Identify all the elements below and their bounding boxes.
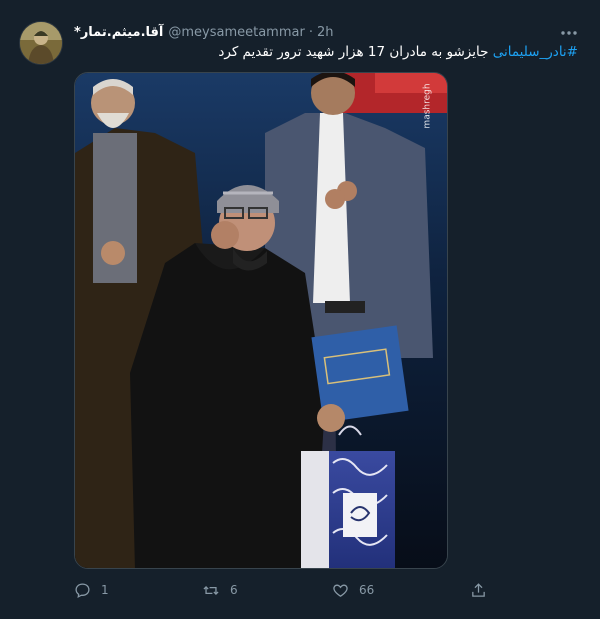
tweet-actions: 1 6 66	[74, 578, 494, 602]
user-handle[interactable]: @meysameetammar	[168, 25, 304, 40]
retweet-icon	[202, 582, 220, 599]
media-watermark: mashregh	[423, 83, 434, 129]
heart-icon	[332, 582, 349, 599]
retweet-count: 6	[230, 583, 238, 597]
retweet-button[interactable]: 6	[202, 578, 238, 602]
like-count: 66	[359, 583, 375, 597]
reply-button[interactable]: 1	[74, 578, 109, 602]
reply-icon	[74, 582, 91, 599]
timestamp[interactable]: 2h	[317, 25, 334, 40]
hashtag-link[interactable]: #نادر_سلیمانی	[493, 44, 578, 60]
tweet-card[interactable]: *آقا.میثم.تمار @meysameetammar · 2h #ناد…	[0, 0, 600, 619]
tweet-photo[interactable]	[74, 72, 448, 569]
share-icon	[470, 582, 487, 599]
display-name[interactable]: *آقا.میثم.تمار	[74, 25, 163, 40]
reply-count: 1	[101, 583, 109, 597]
separator-dot: ·	[308, 24, 313, 40]
more-options-button[interactable]	[558, 22, 580, 38]
tweet-body: جایزشو به مادران 17 هزار شهید ترور تقدیم…	[218, 44, 493, 60]
like-button[interactable]: 66	[332, 578, 374, 602]
more-dots-icon	[560, 21, 578, 40]
tweet-header: *آقا.میثم.تمار @meysameetammar · 2h	[74, 22, 333, 42]
avatar[interactable]	[20, 22, 62, 64]
share-button[interactable]	[470, 578, 487, 602]
tweet-text: #نادر_سلیمانی جایزشو به مادران 17 هزار ش…	[200, 42, 578, 62]
